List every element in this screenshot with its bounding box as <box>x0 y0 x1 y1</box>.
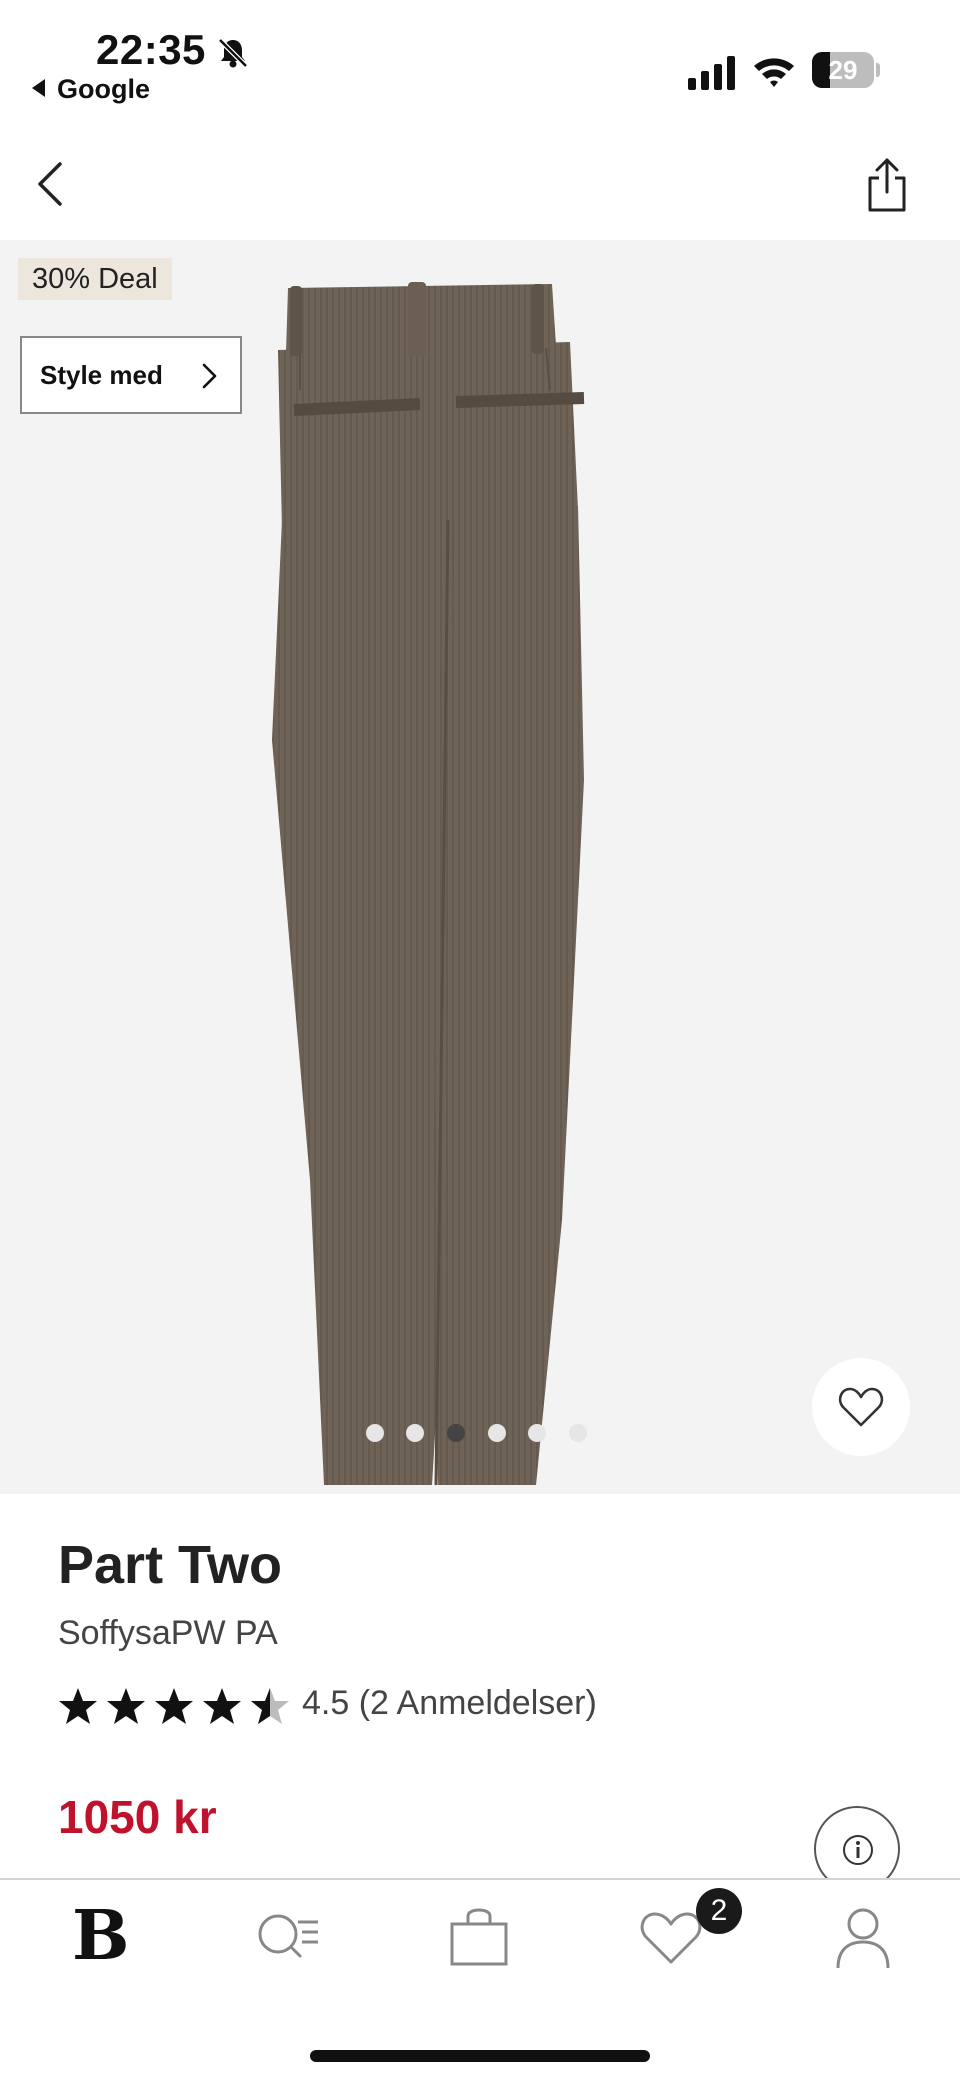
wishlist-count-badge: 2 <box>696 1888 742 1934</box>
pagination-dot[interactable] <box>569 1424 587 1442</box>
tab-bag[interactable] <box>424 1894 534 1994</box>
tab-profile[interactable] <box>808 1894 918 1994</box>
deal-badge: 30% Deal <box>18 258 172 300</box>
tab-search[interactable] <box>232 1894 342 1994</box>
chevron-left-icon[interactable] <box>30 160 70 208</box>
product-image <box>272 282 585 1486</box>
product-brand[interactable]: Part Two <box>58 1534 282 1596</box>
star-rating-icon <box>59 1688 289 1724</box>
person-icon <box>836 1908 890 1969</box>
tab-home-logo[interactable]: B <box>72 1900 129 1972</box>
pagination-dot[interactable] <box>406 1424 424 1442</box>
rating-text: 4.5 (2 Anmeldelser) <box>302 1684 597 1722</box>
signal-icon <box>688 56 735 90</box>
home-indicator[interactable] <box>310 2050 650 2062</box>
product-image-gallery[interactable]: 30% Deal Style med <box>0 240 960 1494</box>
back-triangle-icon <box>32 79 45 97</box>
style-with-button[interactable]: Style med <box>20 336 242 414</box>
product-price: 1050 kr <box>58 1791 217 1843</box>
search-list-icon <box>258 1914 318 1958</box>
bell-slash-icon <box>218 38 248 68</box>
wifi-icon <box>754 58 794 87</box>
heart-icon <box>640 1912 702 1964</box>
add-to-wishlist-button[interactable] <box>812 1358 910 1456</box>
pagination-dot[interactable] <box>528 1424 546 1442</box>
back-to-app-link[interactable]: Google <box>32 74 150 105</box>
pagination-dot[interactable] <box>366 1424 384 1442</box>
battery-level: 29 <box>828 55 858 85</box>
back-app-label: Google <box>57 74 150 104</box>
pagination-dot-active[interactable] <box>447 1424 465 1442</box>
chevron-right-icon <box>202 363 217 389</box>
product-model: SoffysaPW PA <box>58 1614 278 1652</box>
info-icon <box>843 1835 873 1865</box>
battery-icon: 29 <box>812 52 880 88</box>
status-bar: 22:35 Google 29 <box>0 0 960 120</box>
status-time: 22:35 <box>96 26 206 73</box>
shopping-bag-icon <box>450 1908 508 1966</box>
pagination-dot[interactable] <box>488 1424 506 1442</box>
image-pagination <box>366 1424 606 1444</box>
heart-icon <box>838 1387 884 1427</box>
share-icon[interactable] <box>862 156 912 214</box>
top-navigation <box>0 120 960 240</box>
style-with-label: Style med <box>40 360 163 390</box>
